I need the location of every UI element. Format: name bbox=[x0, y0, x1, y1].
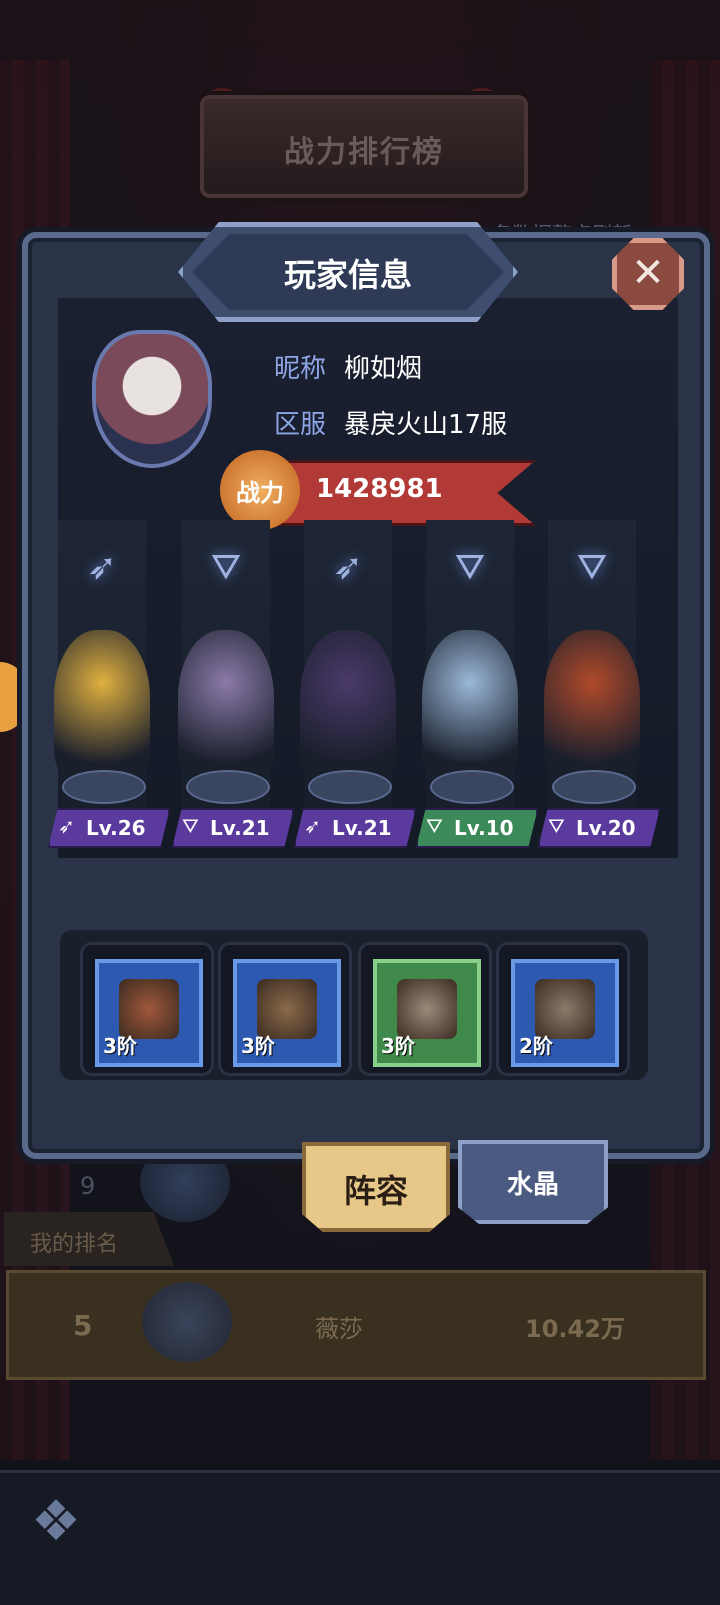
nickname-label: 昵称 bbox=[274, 354, 327, 384]
hat-icon: ⛛ bbox=[548, 814, 565, 838]
equipment-grade: 3阶 bbox=[103, 1034, 137, 1058]
power-label: 战力 bbox=[220, 450, 300, 530]
equipment-slot[interactable]: 3阶 bbox=[80, 942, 214, 1076]
hero-figure bbox=[54, 630, 150, 780]
bottom-bar bbox=[0, 1470, 720, 1605]
equipment-slot[interactable]: 2阶 bbox=[496, 942, 630, 1076]
avatar bbox=[142, 1282, 232, 1362]
my-rank-name: 薇莎 bbox=[315, 1315, 363, 1343]
wing-icon: ➶ bbox=[86, 547, 118, 588]
wing-icon: ➶ bbox=[304, 814, 321, 838]
close-icon: ✕ bbox=[631, 250, 665, 296]
leaderboard-sign: 战力排行榜 bbox=[200, 95, 528, 198]
hat-icon: ⛛ bbox=[576, 547, 608, 588]
tab-crystal-label: 水晶 bbox=[506, 1170, 559, 1200]
hero-pedestal bbox=[62, 770, 146, 804]
equipment-card: 2阶 bbox=[511, 959, 619, 1067]
equipment-grade: 3阶 bbox=[241, 1034, 275, 1058]
my-rank-tab: 我的排名 bbox=[4, 1212, 174, 1266]
tab-lineup-label: 阵容 bbox=[343, 1172, 408, 1210]
hero-level: Lv.21 bbox=[210, 816, 270, 840]
hero-pedestal bbox=[186, 770, 270, 804]
close-button[interactable]: ✕ bbox=[612, 238, 684, 310]
hero-slot[interactable]: ⛛ bbox=[168, 520, 284, 840]
hero-level-tag: ➶ Lv.26 bbox=[48, 808, 170, 848]
tab-crystal[interactable]: 水晶 bbox=[458, 1140, 608, 1224]
tab-lineup[interactable]: 阵容 bbox=[302, 1142, 450, 1232]
hero-pedestal bbox=[552, 770, 636, 804]
equipment-slot[interactable]: 3阶 bbox=[218, 942, 352, 1076]
hero-slot[interactable]: ⛛ bbox=[412, 520, 528, 840]
hero-figure bbox=[544, 630, 640, 780]
hero-pedestal bbox=[308, 770, 392, 804]
my-rank-number: 5 bbox=[73, 1309, 93, 1342]
hero-level: Lv.21 bbox=[332, 816, 392, 840]
equipment-card: 3阶 bbox=[95, 959, 203, 1067]
hero-slot[interactable]: ➶ bbox=[44, 520, 160, 840]
equipment-card: 3阶 bbox=[373, 959, 481, 1067]
equipment-card: 3阶 bbox=[233, 959, 341, 1067]
dialog-title-plate: 玩家信息 bbox=[178, 222, 518, 322]
hero-slot[interactable]: ➶ bbox=[290, 520, 406, 840]
wing-icon: ➶ bbox=[58, 814, 75, 838]
rank-number: 9 bbox=[80, 1172, 96, 1200]
my-rank-label: 我的排名 bbox=[30, 1232, 119, 1257]
hero-level-tag: ⛛ Lv.10 bbox=[416, 808, 538, 848]
wing-icon: ➶ bbox=[332, 547, 364, 588]
player-avatar bbox=[92, 330, 212, 468]
equipment-grade: 2阶 bbox=[519, 1034, 553, 1058]
leaderboard-title: 战力排行榜 bbox=[284, 135, 444, 170]
hero-level: Lv.20 bbox=[576, 816, 636, 840]
hero-level: Lv.26 bbox=[86, 816, 146, 840]
hero-slot[interactable]: ⛛ bbox=[534, 520, 650, 840]
power-value: 1428981 bbox=[316, 474, 443, 504]
equipment-grade: 3阶 bbox=[381, 1034, 415, 1058]
dialog-title: 玩家信息 bbox=[283, 256, 412, 294]
hero-level-tag: ➶ Lv.21 bbox=[294, 808, 416, 848]
hat-icon: ⛛ bbox=[210, 547, 242, 588]
hat-icon: ⛛ bbox=[454, 547, 486, 588]
nickname-value: 柳如烟 bbox=[344, 354, 423, 384]
equipment-slot[interactable]: 3阶 bbox=[358, 942, 492, 1076]
hero-level-tag: ⛛ Lv.21 bbox=[172, 808, 294, 848]
home-icon[interactable]: ❖ bbox=[16, 1482, 96, 1562]
hero-figure bbox=[422, 630, 518, 780]
server-label: 区服 bbox=[274, 410, 327, 440]
hat-icon: ⛛ bbox=[182, 814, 199, 838]
hero-level: Lv.10 bbox=[454, 816, 514, 840]
hero-level-tag: ⛛ Lv.20 bbox=[538, 808, 660, 848]
hero-pedestal bbox=[430, 770, 514, 804]
hero-figure bbox=[178, 630, 274, 780]
hat-icon: ⛛ bbox=[426, 814, 443, 838]
my-rank-row[interactable]: 5 薇莎 10.42万 bbox=[6, 1270, 706, 1380]
hero-figure bbox=[300, 630, 396, 780]
server-value: 暴戾火山17服 bbox=[344, 410, 508, 440]
my-rank-power: 10.42万 bbox=[525, 1315, 625, 1343]
power-banner: 战力 1428981 bbox=[220, 450, 536, 530]
